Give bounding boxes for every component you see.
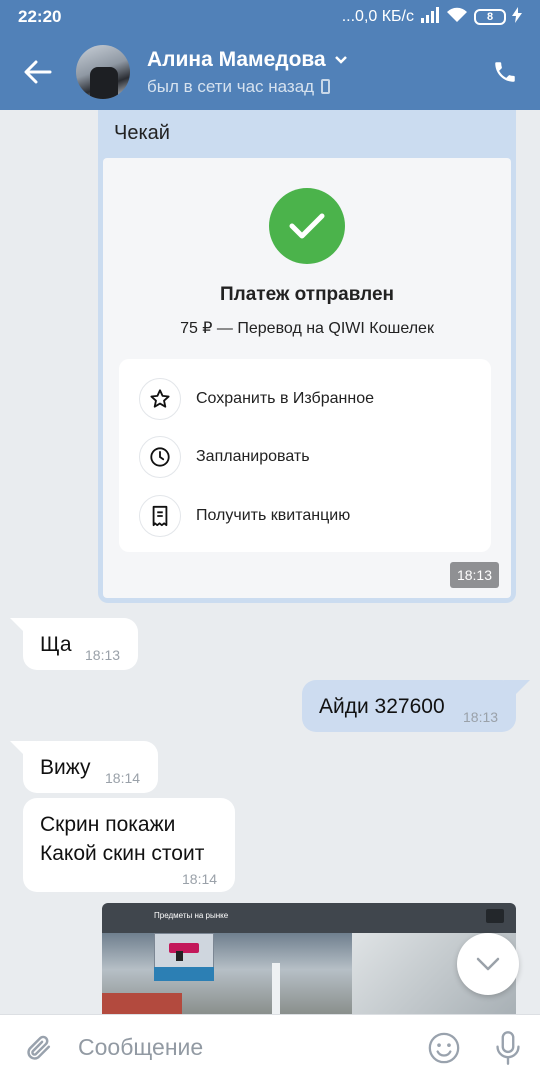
save-to-favorites-button[interactable]: Сохранить в Избранное [139, 377, 374, 421]
emoji-button[interactable] [412, 1015, 476, 1080]
call-button[interactable] [470, 34, 540, 110]
clock-icon [139, 436, 181, 478]
smile-icon [428, 1032, 460, 1063]
contact-status: был в сети час назад [147, 76, 315, 96]
weapon-grip [176, 951, 183, 961]
star-icon [139, 378, 181, 420]
weapon-skin-icon [169, 943, 199, 953]
chevron-down-icon [334, 55, 347, 64]
back-arrow-icon [24, 60, 52, 84]
message-bubble-incoming[interactable]: Ща 18:13 [23, 618, 138, 670]
avatar[interactable] [76, 45, 130, 99]
image-header-text: Предметы на рынке [154, 911, 229, 920]
payment-time: 18:13 [449, 562, 499, 588]
message-list[interactable]: Чекай Платеж отправлен 75 ₽ — Перевод на… [0, 110, 540, 1014]
status-time: 22:20 [18, 7, 62, 26]
payment-message-bubble[interactable]: Чекай Платеж отправлен 75 ₽ — Перевод на… [98, 110, 516, 603]
message-text: Ща [40, 633, 72, 656]
message-time: 18:13 [463, 709, 499, 725]
receipt-icon [139, 495, 181, 537]
market-item-footer [154, 967, 214, 981]
wifi-icon [446, 7, 468, 28]
action-label: Запланировать [196, 448, 310, 465]
message-composer [0, 1014, 540, 1080]
network-speed: ...0,0 КБ/с [341, 8, 414, 25]
payment-caption: Чекай [114, 122, 170, 144]
attach-button[interactable] [0, 1015, 78, 1080]
contact-status-row: был в сети час назад [147, 77, 348, 97]
message-bubble-incoming[interactable]: Скрин покажи Какой скин стоит 18:14 [23, 798, 235, 892]
message-time: 18:14 [105, 770, 141, 786]
payment-subtitle: 75 ₽ — Перевод на QIWI Кошелек [180, 320, 434, 337]
mobile-device-icon [321, 79, 331, 94]
top-bar: 22:20 ...0,0 КБ/с 8 Алина Мамедова был в… [0, 0, 540, 110]
message-time: 18:13 [85, 647, 121, 663]
payment-actions: Сохранить в Избранное Запланировать Полу… [119, 359, 491, 552]
status-indicators: ...0,0 КБ/с 8 [341, 6, 522, 28]
filter-icon [486, 909, 504, 923]
image-detail [272, 963, 280, 1014]
back-button[interactable] [0, 34, 76, 110]
message-text-line: Скрин покажи [40, 813, 176, 836]
checkmark-icon [269, 188, 345, 264]
contact-title[interactable]: Алина Мамедова был в сети час назад [147, 48, 348, 97]
paperclip-icon [27, 1035, 51, 1060]
message-time: 18:14 [182, 871, 218, 887]
action-label: Сохранить в Избранное [196, 390, 374, 407]
signal-icon [420, 6, 440, 28]
chevron-down-icon [476, 957, 500, 971]
charging-icon [512, 6, 522, 28]
get-receipt-button[interactable]: Получить квитанцию [139, 494, 350, 538]
phone-icon [495, 62, 515, 82]
message-bubble-outgoing[interactable]: Айди 327600 18:13 [302, 680, 516, 732]
image-detail [102, 993, 182, 1014]
microphone-icon [496, 1030, 520, 1065]
message-bubble-incoming[interactable]: Вижу 18:14 [23, 741, 158, 793]
message-text: Вижу [40, 756, 91, 779]
action-label: Получить квитанцию [196, 507, 351, 524]
image-attachment[interactable]: Предметы на рынке [102, 903, 516, 1014]
microphone-button[interactable] [476, 1015, 540, 1080]
status-bar: 22:20 ...0,0 КБ/с 8 [0, 0, 540, 34]
chat-header: Алина Мамедова был в сети час назад [0, 34, 540, 110]
contact-name: Алина Мамедова [147, 47, 326, 71]
payment-title: Платеж отправлен [219, 284, 395, 305]
contact-name-row: Алина Мамедова [147, 48, 348, 72]
schedule-button[interactable]: Запланировать [139, 435, 310, 479]
message-text-line: Какой скин стоит [40, 842, 205, 865]
message-text: Айди 327600 [319, 695, 445, 718]
battery-icon: 8 [474, 9, 506, 25]
battery-level: 8 [486, 11, 494, 23]
message-input[interactable] [78, 1034, 412, 1061]
scroll-to-bottom-button[interactable] [457, 933, 519, 995]
payment-card[interactable]: Платеж отправлен 75 ₽ — Перевод на QIWI … [103, 158, 511, 598]
